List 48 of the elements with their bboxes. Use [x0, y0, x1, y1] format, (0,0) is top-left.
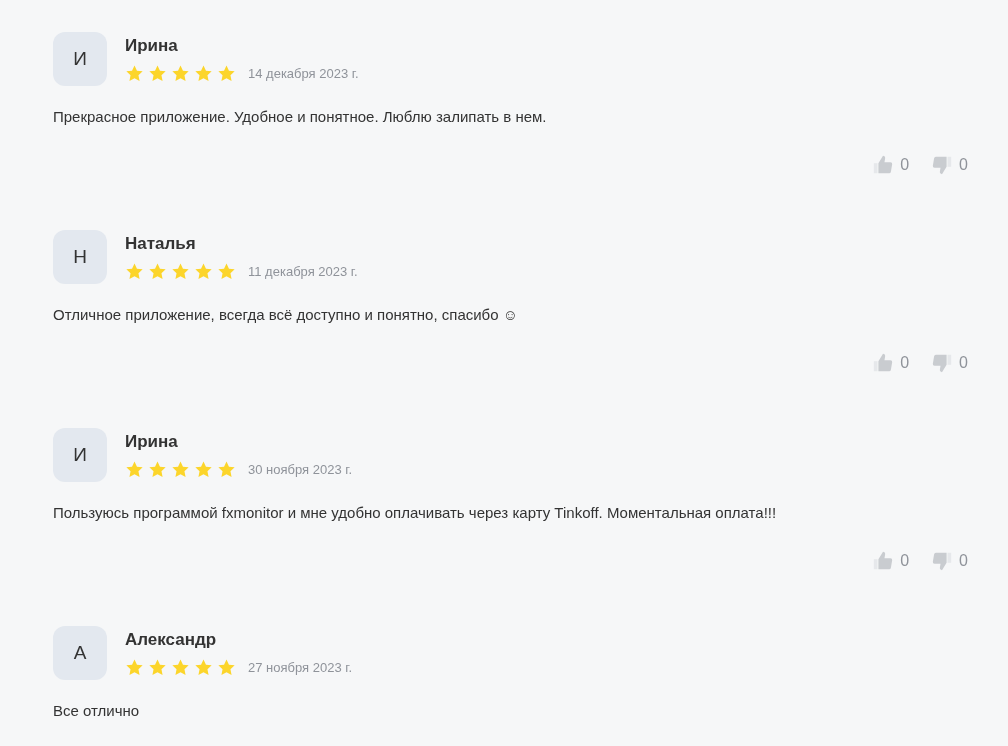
- review-date: 27 ноября 2023 г.: [248, 659, 352, 677]
- star-icon: [217, 64, 236, 84]
- thumbs-up-icon[interactable]: [872, 550, 895, 572]
- thumbs-down-icon[interactable]: [931, 550, 954, 572]
- star-icon: [217, 460, 236, 480]
- star-icon: [171, 262, 190, 282]
- avatar: А: [53, 626, 107, 680]
- star-icon: [148, 262, 167, 282]
- dislike-count: 0: [959, 155, 968, 175]
- reviewer-name: Александр: [125, 629, 218, 651]
- thumbs-down-icon[interactable]: [931, 154, 954, 176]
- thumbs-up-icon[interactable]: [872, 154, 895, 176]
- star-icon: [217, 658, 236, 678]
- star-icon: [148, 460, 167, 480]
- review-text: Все отлично: [53, 701, 141, 721]
- review-date: 30 ноября 2023 г.: [248, 461, 352, 479]
- reviewer-name: Ирина: [125, 35, 179, 57]
- reviewer-name: Наталья: [125, 233, 197, 255]
- like-count: 0: [900, 551, 910, 571]
- review-date: 11 декабря 2023 г.: [248, 263, 358, 281]
- avatar: И: [53, 32, 107, 86]
- star-icon: [217, 262, 236, 282]
- star-icon: [171, 64, 190, 84]
- avatar: И: [53, 428, 107, 482]
- star-icon: [148, 64, 167, 84]
- like-count: 0: [900, 353, 910, 373]
- star-icon: [194, 460, 213, 480]
- review-text: Пользуюсь программой fxmonitor и мне удобно оплачивать через карту Tinkoff. Моментальная оплата!!!: [53, 503, 778, 523]
- dislike-count: 0: [959, 353, 968, 373]
- dislike-count: 0: [959, 551, 968, 571]
- review-text: Отличное приложение, всегда всё доступно и понятно, спасибо ☺: [53, 305, 519, 325]
- star-icon: [125, 658, 144, 678]
- like-count: 0: [900, 155, 910, 175]
- star-icon: [194, 262, 213, 282]
- avatar: Н: [53, 230, 107, 284]
- star-icon: [125, 64, 144, 84]
- review-text: Прекрасное приложение. Удобное и понятное. Люблю залипать в нем.: [53, 107, 548, 127]
- reviewer-name: Ирина: [125, 431, 179, 453]
- star-icon: [125, 460, 144, 480]
- star-icon: [194, 658, 213, 678]
- star-icon: [171, 460, 190, 480]
- star-icon: [171, 658, 190, 678]
- star-icon: [125, 262, 144, 282]
- star-icon: [194, 64, 213, 84]
- review-date: 14 декабря 2023 г.: [248, 65, 359, 83]
- thumbs-up-icon[interactable]: [872, 352, 895, 374]
- star-icon: [148, 658, 167, 678]
- thumbs-down-icon[interactable]: [931, 352, 954, 374]
